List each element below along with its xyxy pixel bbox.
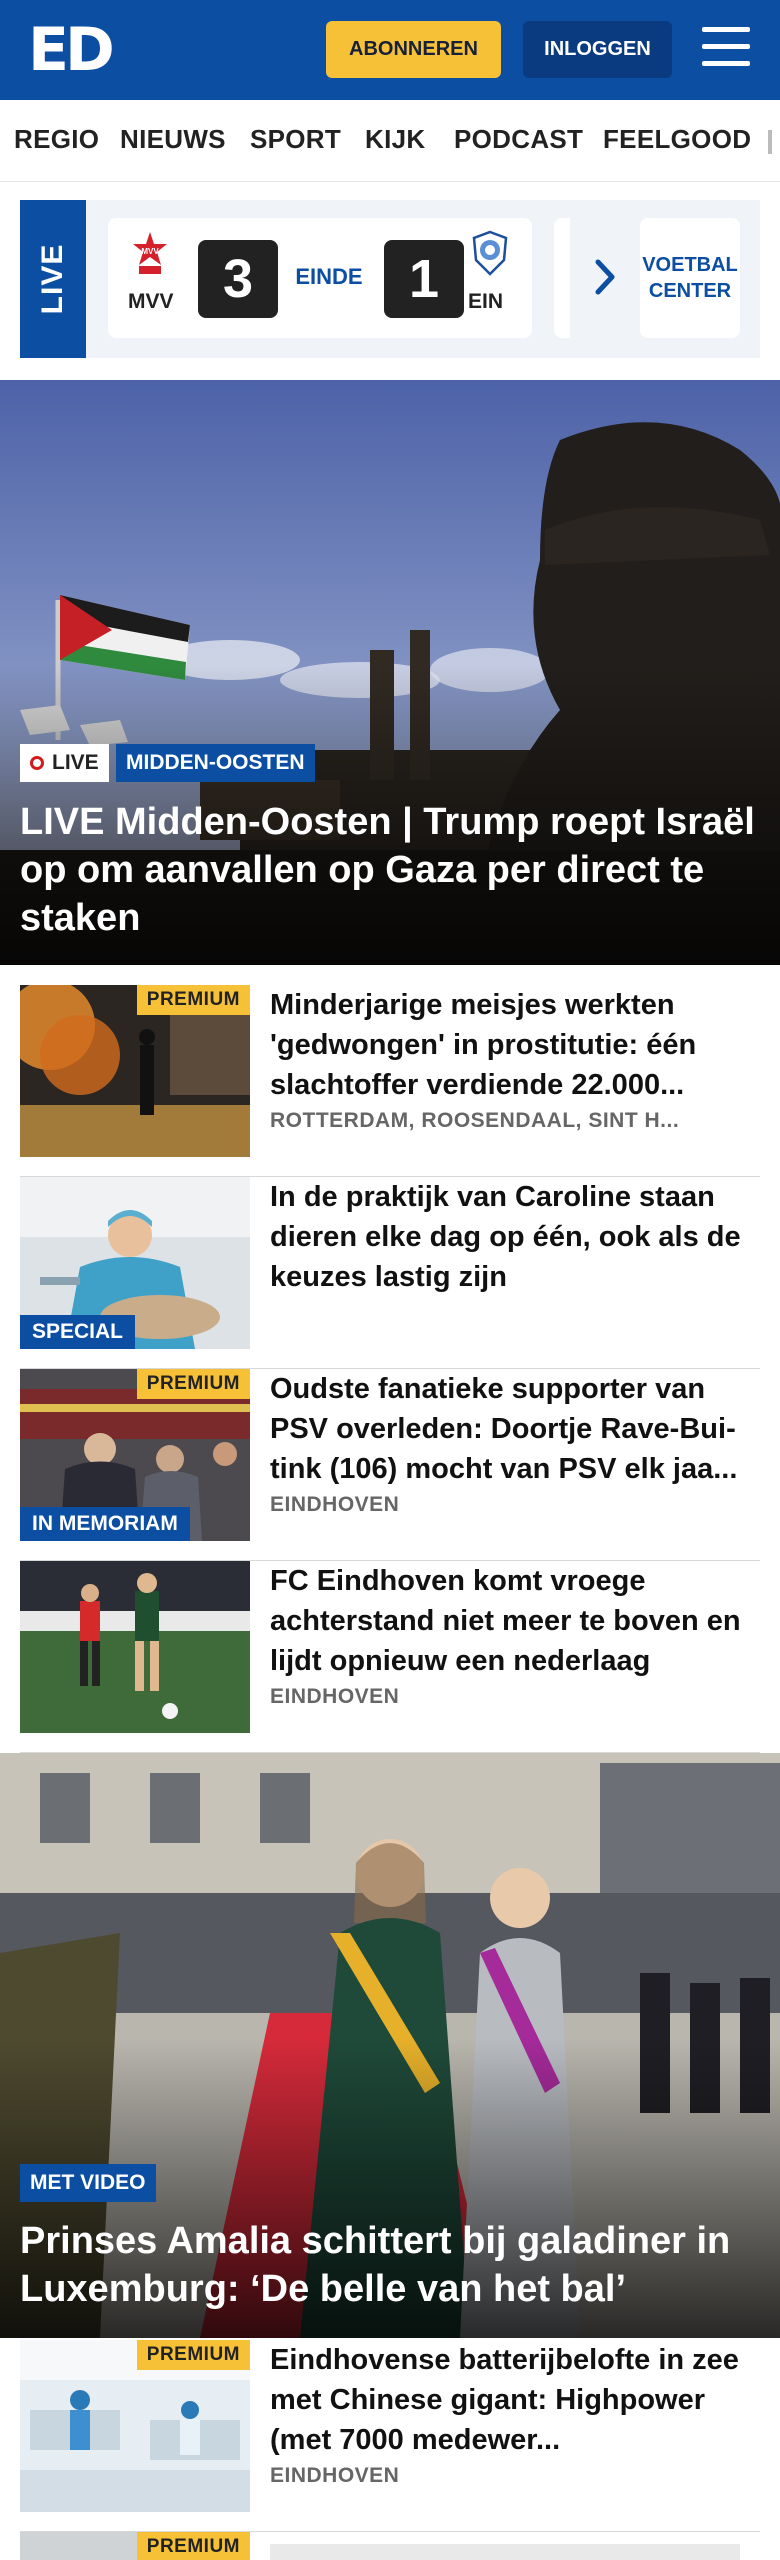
voetbal-center-label-2: CENTER: [648, 280, 732, 302]
nav-item-nieuws[interactable]: NIEUWS: [120, 124, 226, 155]
hero-title[interactable]: Prinses Amalia schittert bij galadiner i…: [20, 2217, 760, 2313]
article-title[interactable]: In de praktijk van Caroline staan dieren…: [270, 1177, 760, 1297]
category-badge: MIDDEN-OOSTEN: [116, 744, 315, 782]
voetbal-center-label-1: VOETBAL: [642, 254, 738, 276]
nav-item-feelgood[interactable]: FEELGOOD: [603, 124, 751, 155]
article-thumbnail: SPECIAL: [20, 1177, 250, 1349]
premium-badge: PREMIUM: [136, 985, 250, 1015]
away-team-name: EIN: [468, 290, 504, 313]
away-score: 1: [384, 240, 464, 318]
live-badge-label: LIVE: [52, 751, 99, 774]
nav-item-regio[interactable]: REGIO: [14, 124, 99, 155]
hamburger-menu-icon[interactable]: [702, 27, 750, 71]
premium-badge: PREMIUM: [136, 2340, 250, 2370]
hero-title[interactable]: LIVE Midden-Oosten | Trump roept Israël …: [20, 798, 760, 942]
login-button[interactable]: INLOGGEN: [523, 21, 672, 78]
live-badge: LIVE: [20, 744, 109, 782]
live-tab[interactable]: LIVE: [20, 200, 86, 358]
match-status: EINDE: [295, 264, 363, 289]
article-title[interactable]: Eindhovense batterijbelofte in zee met C…: [270, 2340, 760, 2460]
live-dot-icon: [30, 756, 44, 770]
article-title[interactable]: Minderjarige meisjes werkten 'gedwongen'…: [270, 985, 760, 1105]
article-thumbnail: PREMIUM: [20, 2532, 250, 2560]
voetbal-center-button[interactable]: VOETBAL CENTER: [640, 218, 740, 338]
article-title[interactable]: Oudste fanatieke supporter van PSV overl…: [270, 1369, 760, 1489]
video-badge: MET VIDEO: [20, 2164, 156, 2202]
match-card[interactable]: MVV MVV 3 EINDE 1 EIN: [108, 218, 532, 338]
live-score-bar: LIVE MVV MVV 3 EINDE 1 EIN VOETBAL CENTE…: [20, 200, 760, 358]
article-thumbnail: PREMIUM: [20, 2340, 250, 2512]
chevron-right-icon[interactable]: [590, 252, 620, 302]
article-location: EINDHOVEN: [270, 2464, 400, 2487]
article-thumbnail: PREMIUM: [20, 985, 250, 1157]
mvv-club-logo-icon: MVV: [133, 232, 167, 274]
subscribe-button[interactable]: ABONNEREN: [326, 21, 501, 78]
mvv-logo-text: MVV: [141, 247, 159, 256]
home-score: 3: [198, 240, 278, 318]
article-thumbnail: PREMIUM IN MEMORIAM: [20, 1369, 250, 1541]
premium-badge: PREMIUM: [136, 1369, 250, 1399]
football-match-image: [20, 1561, 250, 1733]
article-title[interactable]: FC Eindhoven komt vroege achterstand nie…: [270, 1561, 760, 1681]
nav-overflow-hint: [768, 130, 772, 154]
article-thumbnail: [20, 1561, 250, 1733]
premium-badge: PREMIUM: [136, 2532, 250, 2560]
live-tab-label: LIVE: [36, 243, 69, 315]
article-card[interactable]: PREMIUM Eindhovense batterijbelofte in z…: [20, 2340, 760, 2532]
special-label: SPECIAL: [20, 1315, 136, 1349]
article-location: EINDHOVEN: [270, 1493, 400, 1516]
article-title-cutoff: [270, 2544, 740, 2560]
fc-eindhoven-club-logo-icon: [472, 230, 508, 276]
in-memoriam-label: IN MEMORIAM: [20, 1507, 190, 1541]
article-card[interactable]: PREMIUM Minderjarige meisjes werkten 'ge…: [20, 985, 760, 1177]
nav-item-podcast[interactable]: PODCAST: [454, 124, 583, 155]
article-card[interactable]: FC Eindhoven komt vroege achterstand nie…: [20, 1561, 760, 1753]
article-card[interactable]: PREMIUM IN MEMORIAM Oudste fanatieke sup…: [20, 1369, 760, 1561]
site-header: ED ABONNEREN INLOGGEN: [0, 0, 780, 100]
hero-article-middle-east[interactable]: LIVE MIDDEN-OOSTEN LIVE Midden-Oosten | …: [0, 380, 780, 965]
article-location: EINDHOVEN: [270, 1685, 400, 1708]
site-logo[interactable]: ED: [28, 18, 118, 82]
article-card[interactable]: PREMIUM: [20, 2532, 760, 2560]
main-navigation: REGIO NIEUWS SPORT KIJK PODCAST FEELGOOD: [0, 100, 780, 182]
hero-article-amalia[interactable]: MET VIDEO Prinses Amalia schittert bij g…: [0, 1753, 780, 2338]
nav-item-sport[interactable]: SPORT: [250, 124, 341, 155]
home-team-name: MVV: [128, 290, 174, 313]
article-location: ROTTERDAM, ROOSENDAAL, SINT H...: [270, 1109, 680, 1132]
next-match-card-edge[interactable]: [554, 218, 570, 338]
nav-item-kijk[interactable]: KIJK: [365, 124, 425, 155]
article-card[interactable]: SPECIAL In de praktijk van Caroline staa…: [20, 1177, 760, 1369]
